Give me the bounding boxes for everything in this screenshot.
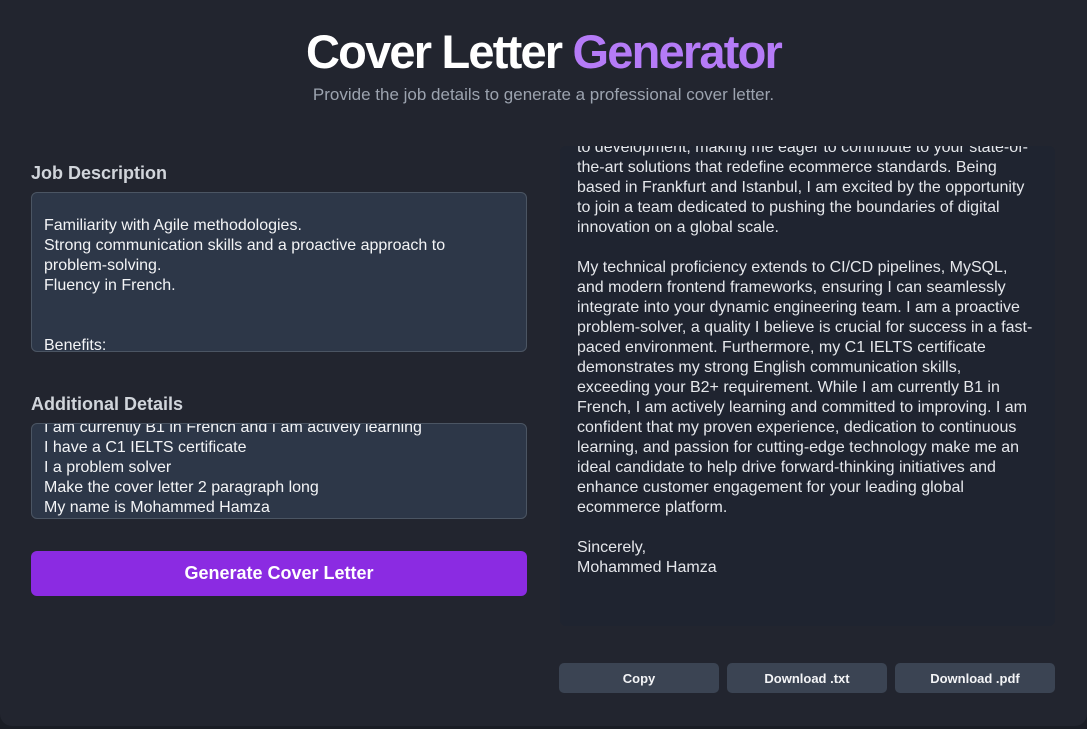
additional-details-line: I am currently B1 in French and I am act… <box>44 423 422 436</box>
job-description-line: Strong communication skills and a proact… <box>44 237 446 254</box>
cover-letter-paragraph: My technical proficiency extends to CI/C… <box>577 259 1033 516</box>
cover-letter-output[interactable]: to development, making me eager to contr… <box>560 146 1055 626</box>
job-description-line: problem-solving. <box>44 257 162 274</box>
job-description-textarea[interactable]: Familiarity with Agile methodologies. Str… <box>31 192 527 352</box>
job-description-line: Fluency in French. <box>44 277 176 294</box>
title-accent: Generator <box>572 25 783 78</box>
additional-details-line: Make the cover letter 2 paragraph long <box>44 479 319 496</box>
additional-details-line: I have a C1 IELTS certificate <box>44 439 247 456</box>
job-description-label: Job Description <box>31 163 168 183</box>
download-txt-button[interactable]: Download .txt <box>727 663 887 693</box>
title-main: Cover Letter <box>306 25 563 78</box>
generate-cover-letter-button[interactable]: Generate Cover Letter <box>31 551 527 596</box>
app-container: Cover Letter Generator Provide the job d… <box>0 0 1087 726</box>
page-subtitle: Provide the job details to generate a pr… <box>312 85 775 104</box>
cover-letter-paragraph: to development, making me eager to contr… <box>577 146 1029 236</box>
job-description-line <box>44 296 514 316</box>
additional-details-textarea[interactable]: I am currently B1 in French and I am act… <box>31 423 527 519</box>
cover-letter-paragraph: Sincerely, Mohammed Hamza <box>577 539 717 576</box>
page-title: Cover Letter Generator <box>0 26 1087 78</box>
copy-button[interactable]: Copy <box>559 663 719 693</box>
additional-details-label: Additional Details <box>31 394 184 414</box>
job-description-line: Benefits: <box>44 337 107 352</box>
job-description-line <box>44 316 514 336</box>
additional-details-line: I a problem solver <box>44 459 172 476</box>
download-pdf-button[interactable]: Download .pdf <box>895 663 1055 693</box>
additional-details-line: My name is Mohammed Hamza <box>44 499 270 516</box>
job-description-line: Familiarity with Agile methodologies. <box>44 217 302 234</box>
job-description-line <box>44 196 514 216</box>
